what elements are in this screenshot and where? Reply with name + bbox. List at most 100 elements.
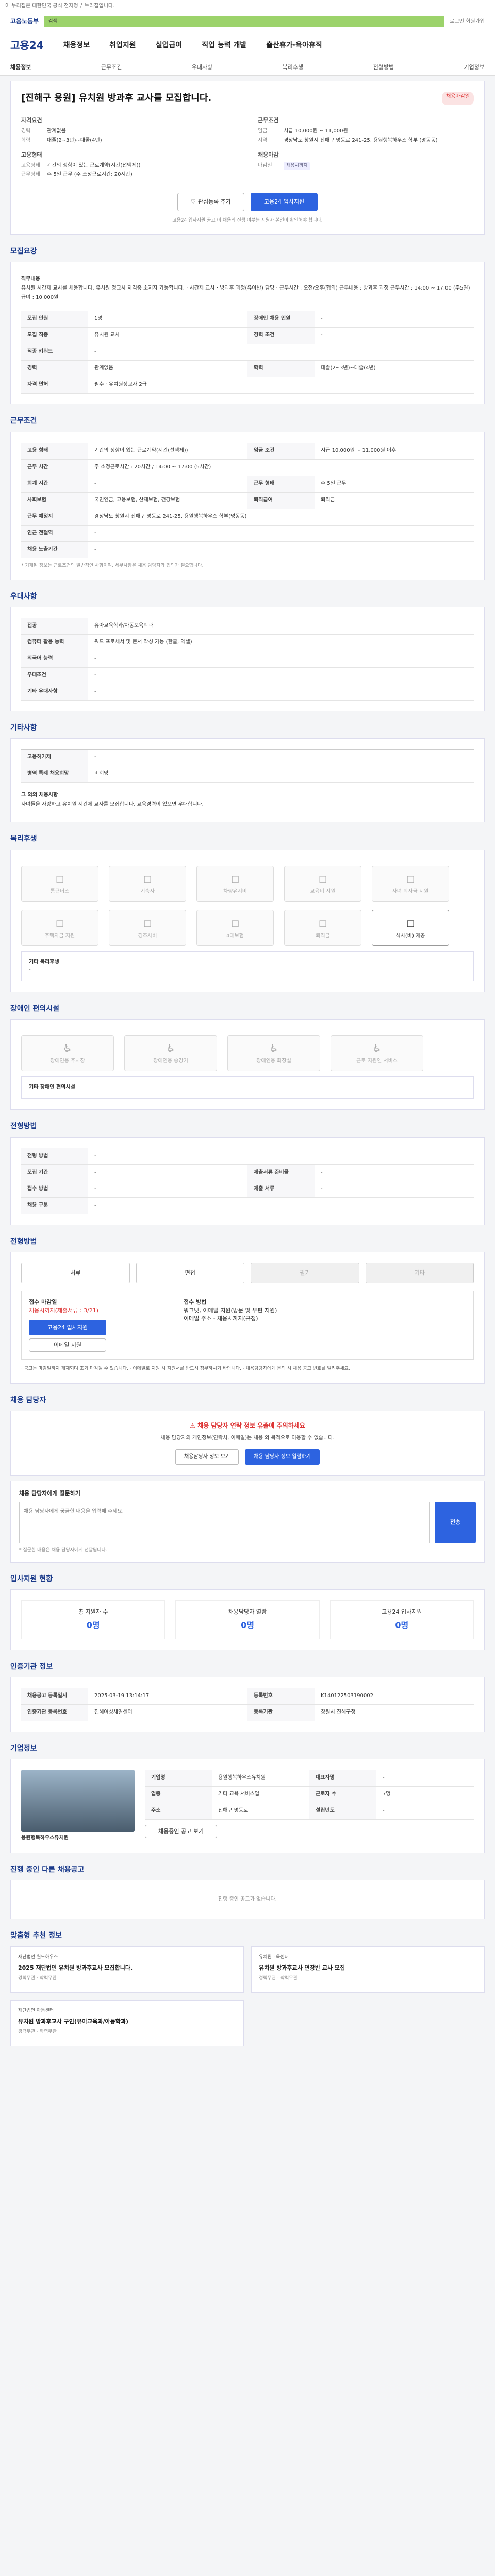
pref-table: 전공 유아교육학과/아동보육학과 컴퓨터 활용 능력 워드 프로세서 및 문서 작성 … bbox=[21, 617, 474, 701]
gov-logo: 고용노동부 bbox=[10, 18, 39, 25]
stat-label: 고용24 입사지원 bbox=[382, 1608, 422, 1616]
section-title: 장애인 편의시설 bbox=[10, 1004, 60, 1013]
crumb-tab-welfare[interactable]: 복리후생 bbox=[283, 63, 303, 72]
section-title: 기타사항 bbox=[10, 723, 37, 732]
row-label: 고용허가제 bbox=[21, 750, 88, 767]
work-table: 고용 형태 기간의 정함이 있는 근로계약(시간(선택제)) 임금 조건 시급 10,… bbox=[21, 442, 474, 558]
row-label: 전형 방법 bbox=[21, 1148, 88, 1165]
row-label: 직종 키워드 bbox=[21, 344, 88, 361]
contact-alert: ⚠ 채용 담당자 연락 정보 유출에 주의하세요 채용 담당자의 개인정보(연락… bbox=[10, 1411, 485, 1476]
apply-button[interactable]: 고용24 입사지원 bbox=[251, 192, 318, 211]
contact-open-button[interactable]: 채용 담당자 정보 열람하기 bbox=[245, 1449, 320, 1465]
value: 관계없음 bbox=[47, 128, 66, 134]
row-value: 대졸(2~3년)~대졸(4년) bbox=[315, 361, 474, 378]
reco-card[interactable]: 재단법인 아동센터유치원 방과후교사 구인(유아교육과/아동학과) 경력무관 · … bbox=[10, 1999, 244, 2046]
row-label: 병역 특례 채용희망 bbox=[21, 766, 88, 783]
row-value: 유아교육학과/아동보육학과 bbox=[88, 618, 474, 635]
benefit-icon: ◻ bbox=[230, 872, 240, 885]
row-value: 기타 교육 서비스업 bbox=[212, 1787, 309, 1804]
row-label: 경력 bbox=[21, 361, 88, 378]
row-label: 학력 bbox=[248, 361, 315, 378]
row-label: 근무 예정지 bbox=[21, 509, 88, 526]
row-value: 경상남도 창원시 진해구 명동로 241-25, 용원행복하우스 학부(명동동) bbox=[88, 509, 474, 526]
section-title: 전형방법 bbox=[10, 1237, 37, 1246]
nav-leave[interactable]: 출산휴가·육아휴직 bbox=[266, 40, 322, 50]
benefit-icon: ◻ bbox=[318, 916, 327, 929]
email-apply-button[interactable]: 이메일 지원 bbox=[29, 1338, 106, 1352]
reco-card[interactable]: 유치원교육센터 유치원 방과후교사 연장반 교사 모집 경력무관 · 학력무관 bbox=[251, 1946, 485, 1993]
nav-training[interactable]: 직업 능력 개발 bbox=[202, 40, 246, 50]
value: 경상남도 창원시 진해구 명동로 241-25, 용원행복하우스 학부 (명동동… bbox=[284, 137, 438, 143]
work-box: 고용 형태 기간의 정함이 있는 근로계약(시간(선택제)) 임금 조건 시급 10,… bbox=[10, 431, 485, 580]
company-box: 용원행복하우스유치원 기업명 용원행복하우스유치원 대표자명 - 업종 기타 교육 서비스… bbox=[10, 1759, 485, 1853]
welfare-item: ◻ 경조사비 bbox=[109, 909, 186, 946]
scrap-label: 관심등록 추가 bbox=[197, 198, 232, 205]
row-label: 채용공고 등록일시 bbox=[21, 1688, 88, 1705]
crumb-tab-cond[interactable]: 근무조건 bbox=[101, 63, 122, 72]
alert-text: 채용 담당자의 개인정보(연락처, 이메일)는 채용 외 목적으로 이용할 수 … bbox=[160, 1435, 335, 1441]
row-label: 인근 전철역 bbox=[21, 525, 88, 542]
row-value: - bbox=[88, 526, 474, 542]
method-heading: 접수 방법 bbox=[184, 1298, 207, 1306]
row-value: 진해구 명동로 bbox=[212, 1803, 309, 1820]
deadline-heading: 접수 마감일 bbox=[29, 1298, 57, 1306]
nav-benefit[interactable]: 실업급여 bbox=[156, 40, 183, 50]
row-label: 기타 우대사항 bbox=[21, 684, 88, 701]
search-input[interactable]: 검색 bbox=[44, 16, 445, 27]
req-table: 모집 인원 1명 장애인 채용 인원 - 모집 직종 유치원 교사 경력 조건 - 직종 키워드… bbox=[21, 311, 474, 394]
row-value: 2025-03-19 13:14:17 bbox=[88, 1688, 248, 1705]
row-value: 창원시 진해구청 bbox=[315, 1705, 474, 1721]
row-label: 기업명 bbox=[145, 1770, 212, 1787]
row-label: 모집 기간 bbox=[21, 1164, 88, 1181]
crumb-tab-method[interactable]: 전형방법 bbox=[373, 63, 394, 72]
step-docs: 서류 bbox=[21, 1262, 130, 1283]
row-label: 근무 형태 bbox=[248, 476, 315, 493]
apply-button-2[interactable]: 고용24 입사지원 bbox=[29, 1319, 106, 1335]
util-links[interactable]: 로그인 회원가입 bbox=[450, 18, 485, 26]
scrap-button[interactable]: ♡ 관심등록 추가 bbox=[177, 192, 244, 211]
crumb-tab-pref[interactable]: 우대사항 bbox=[192, 63, 212, 72]
row-label: 사회보험 bbox=[21, 492, 88, 509]
reco-list: 재단법인 월드하우스 2025 재단법인 유치원 방과후교사 모집합니다. 경력무관… bbox=[10, 1946, 485, 2046]
reco-meta: 경력무관 · 학력무관 bbox=[18, 2029, 57, 2035]
summary-note: 고용24 입사지원 공고 이 채용의 진행 여부는 지원자 본인이 확인해야 합… bbox=[172, 217, 323, 223]
benefit-icon: ◻ bbox=[55, 872, 64, 885]
row-label: 채용 노출기간 bbox=[21, 541, 88, 558]
stats-box: 총 지원자 수 0명 채용담당자 열람 0명 고용24 입사지원 0명 bbox=[10, 1589, 485, 1650]
nav-support[interactable]: 취업지원 bbox=[109, 40, 136, 50]
section-title: 입사지원 현황 bbox=[10, 1575, 53, 1584]
row-value: - bbox=[376, 1803, 474, 1820]
row-label: 모집 인원 bbox=[21, 311, 88, 328]
benefit-icon: ◻ bbox=[143, 916, 152, 929]
row-value: - bbox=[88, 1198, 474, 1214]
disability-label: 장애인용 화장실 bbox=[256, 1058, 291, 1064]
nav-jobs[interactable]: 채용정보 bbox=[63, 40, 90, 50]
deadline-value: 채용시까지(제출서류 : 3/21) bbox=[29, 1307, 99, 1314]
row-label: 장애인 채용 인원 bbox=[248, 311, 315, 328]
row-value: - bbox=[376, 1770, 474, 1787]
contact-view-button[interactable]: 채용담당자 정보 보기 bbox=[175, 1449, 239, 1465]
main-nav: 고용24 채용정보 취업지원 실업급여 직업 능력 개발 출산휴가·육아휴직 bbox=[0, 32, 495, 59]
welfare-item: ◻ 차량유지비 bbox=[196, 865, 274, 902]
row-label: 대표자명 bbox=[309, 1770, 376, 1787]
company-jobs-button[interactable]: 채용중인 공고 보기 bbox=[145, 1825, 217, 1839]
row-value: - bbox=[88, 476, 248, 493]
method-value: 워크넷, 이메일 지원(방문 및 우편 지원) bbox=[184, 1307, 277, 1314]
row-value: - bbox=[315, 311, 474, 328]
welfare-item: ◻ 기숙사 bbox=[109, 865, 186, 902]
row-value: - bbox=[88, 542, 474, 558]
welfare-icons: ◻ 통근버스 ◻ 기숙사 ◻ 차량유지비 ◻ 교육비 지원 ◻ 자녀 학자금 지원 ◻ 주택자금 지원… bbox=[21, 865, 474, 946]
crumb-tab-company[interactable]: 기업정보 bbox=[464, 63, 484, 72]
reco-company: 재단법인 아동센터 bbox=[18, 2008, 54, 2013]
row-label: 임금 조건 bbox=[248, 443, 315, 460]
welfare-box: ◻ 통근버스 ◻ 기숙사 ◻ 차량유지비 ◻ 교육비 지원 ◻ 자녀 학자금 지원 ◻ 주택자금 지원… bbox=[10, 849, 485, 992]
reco-title: 유치원 방과후교사 구인(유아교육과/아동학과) bbox=[18, 2018, 129, 2025]
row-value: 유치원 교사 bbox=[88, 328, 248, 345]
stat-viewed: 채용담당자 열람 0명 bbox=[175, 1600, 320, 1639]
brand-logo[interactable]: 고용24 bbox=[10, 38, 44, 53]
benefit-icon: ◻ bbox=[143, 872, 152, 885]
question-input[interactable] bbox=[19, 1502, 430, 1544]
benefit-icon: ◻ bbox=[406, 916, 415, 929]
send-button[interactable]: 전송 bbox=[435, 1502, 476, 1544]
reco-card[interactable]: 재단법인 월드하우스 2025 재단법인 유치원 방과후교사 모집합니다. 경력무관… bbox=[10, 1946, 244, 1993]
